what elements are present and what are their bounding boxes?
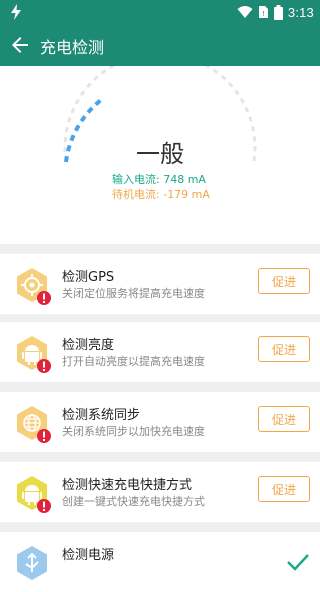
divider [0, 452, 320, 462]
android-icon [17, 336, 51, 373]
item-title: 检测快速充电快捷方式 [62, 478, 193, 493]
standby-current-value: -179 mA [163, 188, 210, 201]
charging-level: 一般 [136, 140, 184, 168]
list-item-gps: 检测GPS 关闭定位服务将提高充电速度 促进 [0, 254, 320, 314]
battery-icon [273, 4, 283, 20]
app-bar: 充电检测 [0, 24, 320, 66]
list-item-brightness: 检测亮度 打开自动亮度以提高充电速度 促进 [0, 322, 320, 382]
globe-icon [17, 406, 51, 443]
android-icon [17, 476, 51, 513]
item-description: 创建一键式快速充电快捷方式 [62, 495, 205, 508]
divider [0, 382, 320, 392]
usb-icon [17, 546, 47, 580]
input-current-label: 输入电流: [112, 173, 160, 186]
arrow-left-icon[interactable] [8, 33, 32, 57]
boost-button-brightness[interactable]: 促进 [258, 336, 310, 362]
item-title: 检测电源 [62, 548, 115, 563]
item-title: 检测亮度 [62, 338, 115, 353]
divider [0, 522, 320, 532]
gps-icon [17, 268, 51, 305]
boost-button-gps[interactable]: 促进 [258, 268, 310, 294]
bolt-icon [11, 4, 21, 20]
check-icon [287, 554, 309, 571]
input-current-value: 748 mA [163, 173, 206, 186]
charging-gauge: 一般 输入电流: 748 mA 待机电流: -179 mA [0, 66, 320, 244]
divider [0, 244, 320, 254]
item-description: 关闭定位服务将提高充电速度 [62, 287, 205, 300]
wifi-icon [237, 6, 253, 18]
list-item-power: 检测电源 [0, 532, 320, 592]
standby-current-label: 待机电流: [112, 188, 160, 201]
item-title: 检测系统同步 [62, 408, 141, 423]
standby-current: 待机电流: -179 mA [112, 186, 210, 202]
sim-icon: ! [258, 6, 268, 18]
status-bar: ! 3:13 [0, 0, 320, 24]
clock: 3:13 [287, 4, 314, 20]
boost-button-shortcut[interactable]: 促进 [258, 476, 310, 502]
item-title: 检测GPS [62, 270, 115, 285]
item-description: 关闭系统同步以加快充电速度 [62, 425, 205, 438]
page-title: 充电检测 [40, 38, 105, 57]
list-item-sync: 检测系统同步 关闭系统同步以加快充电速度 促进 [0, 392, 320, 452]
svg-text:!: ! [262, 10, 265, 18]
item-description: 打开自动亮度以提高充电速度 [62, 355, 205, 368]
list-item-shortcut: 检测快速充电快捷方式 创建一键式快速充电快捷方式 促进 [0, 462, 320, 522]
boost-button-sync[interactable]: 促进 [258, 406, 310, 432]
input-current: 输入电流: 748 mA [112, 171, 206, 187]
